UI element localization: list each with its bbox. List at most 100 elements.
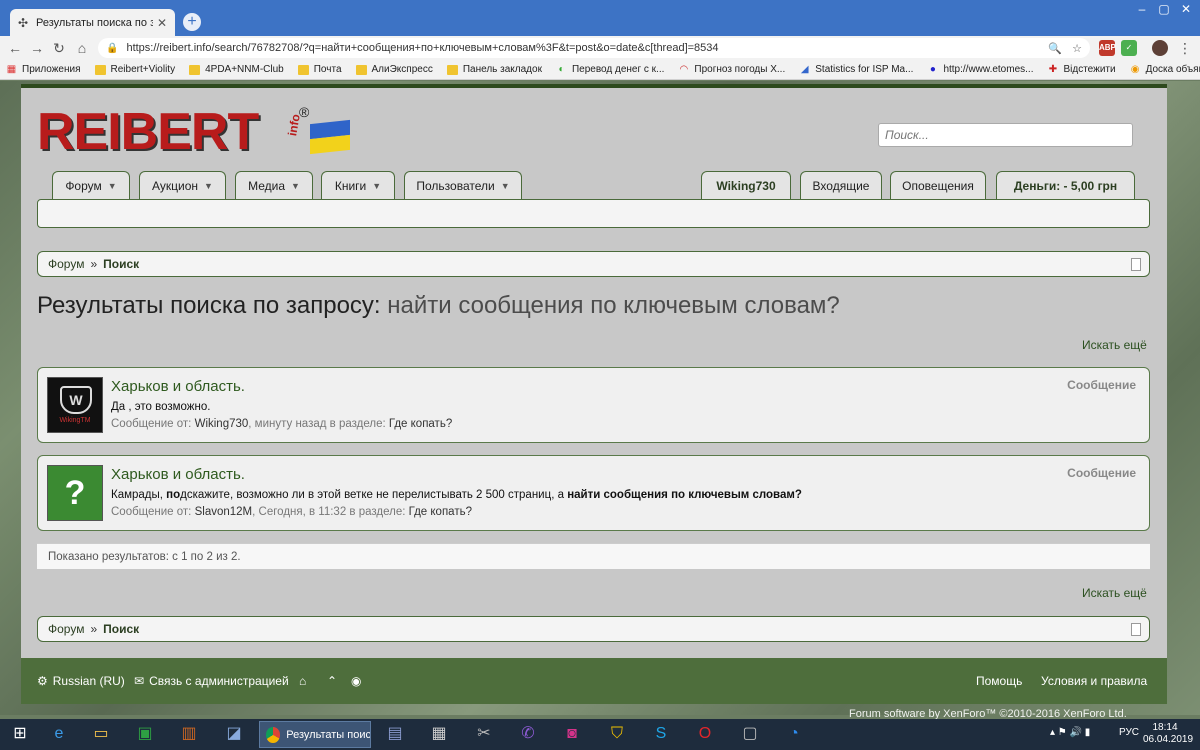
bookmark-item[interactable]: ✚ Відстежити xyxy=(1047,63,1116,75)
chrome-icon xyxy=(266,726,281,743)
tab-books[interactable]: Книги ▼ xyxy=(321,171,395,200)
speedtest-icon[interactable]: ◔ xyxy=(782,723,806,745)
breadcrumb-forum-link[interactable]: Форум xyxy=(48,622,84,636)
new-tab-button[interactable]: + xyxy=(183,13,201,31)
taskbar-chrome-window[interactable]: Результаты поис... xyxy=(259,721,371,748)
language-chooser[interactable]: ⚙ Russian (RU) xyxy=(37,674,125,688)
chevron-down-icon: ▼ xyxy=(291,181,300,191)
tab-auction[interactable]: Аукцион ▼ xyxy=(139,171,226,200)
tab-account[interactable]: Wiking730 xyxy=(701,171,791,200)
result-title-link[interactable]: Харьков и область. xyxy=(111,378,245,395)
profile-avatar[interactable] xyxy=(1152,40,1168,56)
opera-icon[interactable]: O xyxy=(693,723,717,745)
terms-link[interactable]: Условия и правила xyxy=(1041,674,1147,688)
bookmark-item[interactable]: ◢ Statistics for ISP Ma... xyxy=(799,64,914,75)
lock-icon: 🔒 xyxy=(106,42,119,54)
bookmark-item[interactable]: АлиЭкспресс xyxy=(355,64,433,75)
search-result: ? Харьков и область. Сообщение Камрады, … xyxy=(37,455,1150,531)
calculator-icon[interactable]: ▦ xyxy=(427,723,451,745)
adblock-icon[interactable]: ABP xyxy=(1099,40,1116,56)
breadcrumb-current[interactable]: Поиск xyxy=(103,257,139,271)
scroll-top-link[interactable]: ⌃ xyxy=(327,674,342,688)
close-window-icon[interactable]: ✕ xyxy=(1172,0,1200,20)
taskbar-window-label: Результаты поис... xyxy=(286,728,370,741)
result-title-link[interactable]: Харьков и область. xyxy=(111,466,245,483)
tab-inbox[interactable]: Входящие xyxy=(800,171,882,200)
viber-icon[interactable]: ✆ xyxy=(516,723,540,745)
explorer-icon[interactable]: ▭ xyxy=(89,723,113,745)
author-link[interactable]: Wiking730 xyxy=(195,418,249,430)
search-more-link[interactable]: Искать ещё xyxy=(1082,338,1147,352)
tool-icon[interactable]: ✂ xyxy=(472,723,496,745)
avatar[interactable]: W WikingTM xyxy=(47,377,103,433)
folder-icon xyxy=(94,64,106,75)
breadcrumb-current[interactable]: Поиск xyxy=(103,622,139,636)
search-more-link[interactable]: Искать ещё xyxy=(1082,586,1147,600)
folder-icon xyxy=(189,64,201,75)
ie-icon[interactable]: e xyxy=(47,723,71,745)
tab-media[interactable]: Медиа ▼ xyxy=(235,171,313,200)
bookmark-item[interactable]: ● http://www.etomes... xyxy=(927,64,1034,75)
tab-alerts[interactable]: Оповещения xyxy=(890,171,986,200)
forum-link[interactable]: Где копать? xyxy=(389,418,452,430)
registered-mark: ® xyxy=(299,104,310,120)
skype-icon[interactable]: S xyxy=(649,723,673,745)
language-indicator[interactable]: РУС xyxy=(1119,727,1139,738)
bookmark-item[interactable]: 4PDA+NNM-Club xyxy=(189,64,284,75)
archiver-icon[interactable]: ▥ xyxy=(177,723,201,745)
address-bar[interactable]: 🔒 https://reibert.info/search/76782708/?… xyxy=(98,38,1090,58)
browser-tab[interactable]: ✣ Результаты поиска по запросу: найти со… xyxy=(10,9,175,36)
tab-users[interactable]: Пользователи ▼ xyxy=(404,171,522,200)
home-icon[interactable]: ⌂ xyxy=(73,39,91,57)
bookmark-item[interactable]: Почта xyxy=(297,64,342,75)
result-type: Сообщение xyxy=(1067,378,1136,392)
back-icon[interactable]: ← xyxy=(6,39,24,57)
menu-icon[interactable]: ⋮ xyxy=(1176,39,1194,57)
zoom-icon[interactable]: 🔍 xyxy=(1048,42,1062,55)
bookmark-item[interactable]: Reibert+Violity xyxy=(94,64,175,75)
result-snippet[interactable]: Камрады, подскажите, возможно ли в этой … xyxy=(111,489,802,501)
olx-icon: ◉ xyxy=(1130,63,1140,75)
bookmark-item[interactable]: ▦ Приложения xyxy=(6,64,81,75)
sub-navbar xyxy=(37,199,1150,228)
bookmark-star-icon[interactable]: ☆ xyxy=(1072,42,1082,55)
avatar-caption: WikingTM xyxy=(59,417,91,424)
forward-icon[interactable]: → xyxy=(28,39,46,57)
home-link[interactable]: ⌂ xyxy=(299,674,311,688)
result-meta: Сообщение от: Slavon12M, Сегодня, в 11:3… xyxy=(111,506,472,518)
windows-taskbar: ⊞ e ▭ ▣ ▥ ◪ Результаты поис... ▤ ▦ ✂ ✆ ◙… xyxy=(0,719,1200,750)
bookmark-item[interactable]: ◉Доска объявлений... xyxy=(1130,64,1200,75)
system-clock[interactable]: 18:14 06.04.2019 xyxy=(1143,722,1193,746)
antivirus-icon[interactable]: ⛉ xyxy=(605,723,629,745)
bookmark-item[interactable]: Панель закладок xyxy=(446,64,542,75)
breadcrumb-forum-link[interactable]: Форум xyxy=(48,257,84,271)
result-snippet[interactable]: Да , это возможно. xyxy=(111,401,210,413)
search-input[interactable] xyxy=(878,123,1133,147)
bookmark-item[interactable]: ◐ Перевод денег с к... xyxy=(556,64,664,75)
avatar[interactable]: ? xyxy=(47,465,103,521)
chevron-up-icon: ⌃ xyxy=(327,674,338,688)
tab-forum[interactable]: Форум ▼ xyxy=(52,171,130,200)
remote-desktop-icon[interactable]: ▤ xyxy=(383,723,407,745)
tray-icons[interactable]: ▴ ⚑ 🔊 ▮ xyxy=(1050,727,1090,738)
start-icon[interactable]: ⊞ xyxy=(8,723,32,745)
track-icon: ✚ xyxy=(1048,63,1058,75)
rss-link[interactable]: ◉ xyxy=(351,674,366,688)
help-link[interactable]: Помощь xyxy=(976,674,1022,688)
title-prefix: Результаты поиска по запросу: xyxy=(37,292,381,319)
tab-balance[interactable]: Деньги: - 5,00 грн xyxy=(996,171,1135,200)
app-icon[interactable]: ▢ xyxy=(738,723,762,745)
extension-icon[interactable]: ✓ xyxy=(1121,40,1137,56)
camera-icon[interactable]: ◙ xyxy=(560,723,584,745)
app-icon[interactable]: ◪ xyxy=(222,723,246,745)
store-icon[interactable]: ▣ xyxy=(133,723,157,745)
contact-link[interactable]: ✉ Связь с администрацией xyxy=(134,674,289,688)
forum-link[interactable]: Где копать? xyxy=(409,506,472,518)
author-link[interactable]: Slavon12M xyxy=(195,506,253,518)
bookmark-item[interactable]: ◠ Прогноз погоды Х... xyxy=(678,64,786,75)
reload-icon[interactable]: ↻ xyxy=(50,39,68,57)
site-logo[interactable]: REIBERT info ® xyxy=(37,104,357,160)
tab-title: Результаты поиска по запросу: найти сооб… xyxy=(36,16,153,29)
gear-icon: ⚙ xyxy=(37,674,48,688)
close-tab-icon[interactable]: ✕ xyxy=(157,16,167,30)
